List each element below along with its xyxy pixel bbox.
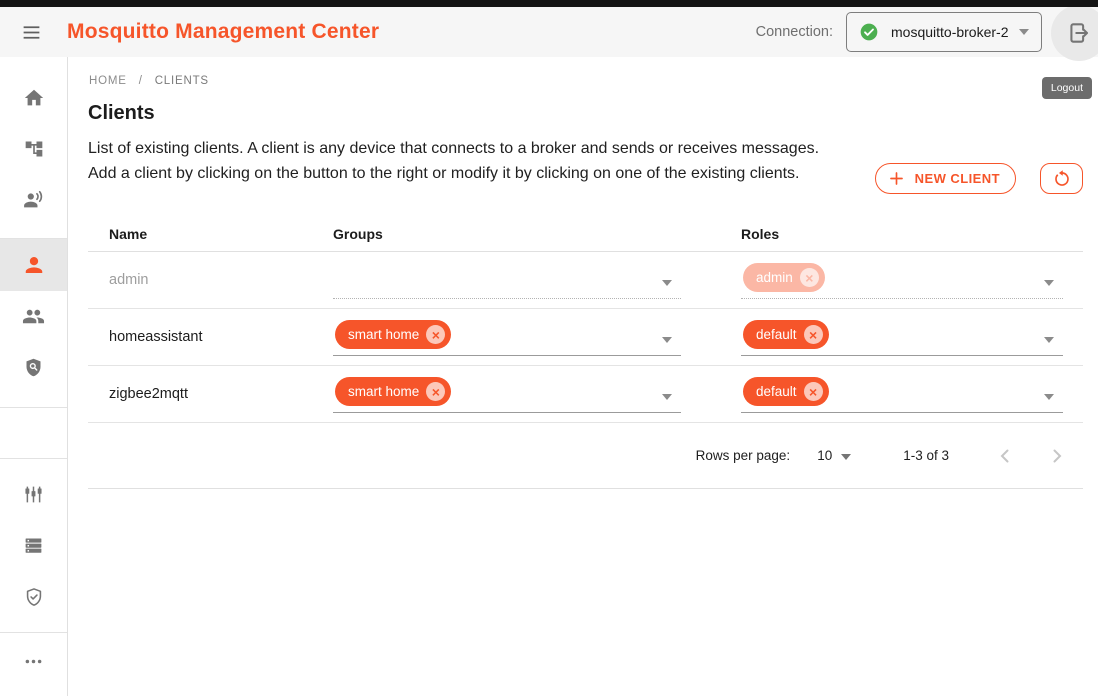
sidebar-spacer [0,225,67,238]
logout-button[interactable] [1051,5,1098,61]
client-name: zigbee2mqtt [88,386,330,402]
previous-page-button[interactable] [993,444,1017,468]
sidebar-item-streams[interactable] [0,174,67,225]
sidebar-item-groups[interactable] [0,291,67,342]
clients-table: Name Groups Roles admin admin × [88,216,1083,489]
chip-delete-icon: × [800,268,819,287]
chevron-down-icon[interactable] [841,454,851,460]
chevron-down-icon [1044,280,1054,286]
column-header-roles: Roles [738,226,1083,242]
chevron-right-icon [1045,444,1069,468]
connection-value: mosquitto-broker-2 [891,24,1019,40]
chevron-down-icon [1044,337,1054,343]
chip-delete-icon[interactable]: × [426,382,445,401]
logout-icon [1066,20,1092,46]
connection-select[interactable]: mosquitto-broker-2 [846,12,1042,52]
chevron-down-icon [662,394,672,400]
rows-per-page-value[interactable]: 10 [817,448,832,463]
column-header-groups: Groups [330,226,738,242]
sidebar-spacer [0,408,67,458]
sliders-icon [23,484,44,505]
new-client-button[interactable]: NEW CLIENT [875,163,1016,194]
pagination-range: 1-3 of 3 [903,448,949,463]
chevron-down-icon [1044,394,1054,400]
client-name: homeassistant [88,329,330,345]
group-chip[interactable]: smart home × [335,320,451,349]
breadcrumb-separator: / [139,75,143,87]
chip-delete-icon[interactable]: × [804,382,823,401]
next-page-button[interactable] [1045,444,1069,468]
sidebar-spacer [0,459,67,469]
sidebar-item-home[interactable] [0,72,67,123]
table-row-admin[interactable]: admin admin × [88,252,1083,309]
breadcrumb: HOME / CLIENTS [89,75,1098,87]
chip-label: default [756,384,797,399]
main-content: HOME / CLIENTS Clients List of existing … [69,57,1098,696]
table-row-zigbee2mqtt[interactable]: zigbee2mqtt smart home × default × [88,366,1083,423]
breadcrumb-home[interactable]: HOME [89,75,127,87]
chevron-down-icon [662,337,672,343]
menu-icon[interactable] [19,20,43,44]
refresh-button[interactable] [1040,163,1083,194]
list-icon [23,535,44,556]
app-title: Mosquitto Management Center [67,20,379,44]
roles-select[interactable]: default × [741,319,1063,356]
chevron-down-icon [662,280,672,286]
sidebar-item-clients[interactable] [0,239,67,291]
table-header: Name Groups Roles [88,216,1083,252]
header-right: Connection: mosquitto-broker-2 [756,12,1098,52]
sidebar-item-settings[interactable] [0,469,67,520]
topology-icon [24,139,44,159]
table-pagination: Rows per page: 10 1-3 of 3 [88,423,1083,489]
home-icon [23,87,45,109]
chip-label: default [756,327,797,342]
groups-select [333,262,681,299]
client-name: admin [88,272,330,288]
chevron-down-icon [1019,29,1029,35]
broadcast-person-icon [23,189,45,211]
sidebar-spacer [0,622,67,632]
plus-icon [887,169,906,188]
sidebar-item-topology[interactable] [0,123,67,174]
breadcrumb-clients: CLIENTS [155,75,209,87]
chip-label: admin [756,270,793,285]
chip-label: smart home [348,327,419,342]
shield-check-icon [23,586,45,608]
page-title: Clients [88,102,1098,125]
roles-select[interactable]: default × [741,376,1063,413]
logout-tooltip: Logout [1042,77,1092,99]
rows-per-page-label: Rows per page: [696,448,791,463]
connection-label: Connection: [756,24,833,40]
page-description: List of existing clients. A client is an… [88,136,836,186]
sidebar-item-roles[interactable] [0,342,67,393]
chip-delete-icon[interactable]: × [804,325,823,344]
sidebar-item-more[interactable] [0,636,67,687]
sidebar [0,57,68,696]
sidebar-item-system-status[interactable] [0,520,67,571]
role-chip[interactable]: default × [743,320,829,349]
sidebar-spacer [0,393,67,407]
new-client-label: NEW CLIENT [915,171,1000,186]
refresh-icon [1052,169,1072,189]
groups-people-icon [22,305,45,328]
client-person-icon [23,254,45,276]
roles-shield-search-icon [23,357,44,378]
column-header-name: Name [88,226,330,242]
page-actions: NEW CLIENT [875,163,1083,194]
app-header: Mosquitto Management Center Connection: … [0,7,1098,57]
sidebar-item-security[interactable] [0,571,67,622]
chip-label: smart home [348,384,419,399]
ellipsis-icon [23,651,44,672]
chip-delete-icon[interactable]: × [426,325,445,344]
chevron-left-icon [993,444,1017,468]
roles-select: admin × [741,262,1063,299]
table-row-homeassistant[interactable]: homeassistant smart home × default × [88,309,1083,366]
check-circle-icon [859,22,879,42]
groups-select[interactable]: smart home × [333,319,681,356]
group-chip[interactable]: smart home × [335,377,451,406]
groups-select[interactable]: smart home × [333,376,681,413]
role-chip: admin × [743,263,825,292]
role-chip[interactable]: default × [743,377,829,406]
top-strip [0,0,1098,7]
